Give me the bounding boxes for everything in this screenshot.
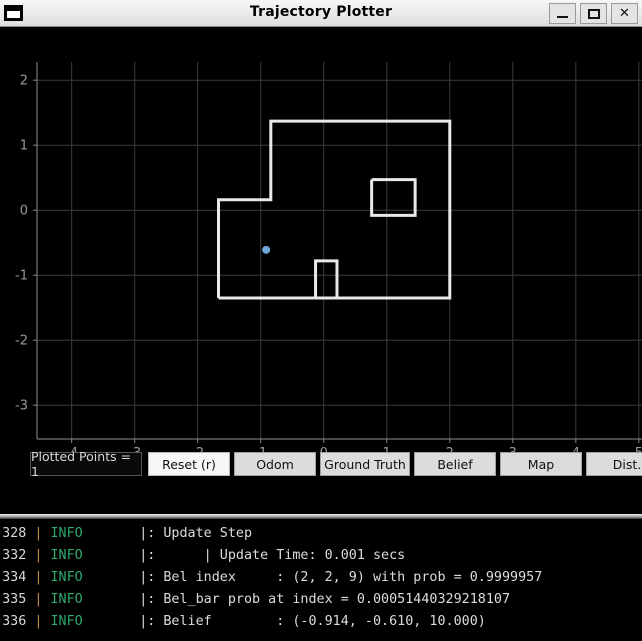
plotter-window: Trajectory Plotter ✕ -4-3-2-1012345210-1… [0,0,642,514]
minimize-button[interactable] [549,3,576,24]
reset-button-label: Reset (r) [162,456,216,472]
log-timestamp: 5,336 [0,614,27,629]
log-line: 5,328 | INFO |: Update Step [0,523,252,545]
trajectory-plot[interactable]: -4-3-2-1012345210-1-2-3 [0,27,642,472]
console-divider [0,514,642,519]
log-level: INFO [50,570,140,585]
log-separator: | [34,592,51,607]
log-timestamp: 5,334 [0,570,27,585]
log-level: INFO [50,526,140,541]
log-separator: | [34,570,51,585]
log-line: 5,334 | INFO |: Bel index : (2, 2, 9) wi… [0,567,542,589]
close-icon: ✕ [619,6,630,21]
close-button[interactable]: ✕ [611,3,638,24]
y-tick-label: 2 [20,74,28,89]
log-level: INFO [50,548,140,563]
belief-button[interactable]: Belief [414,452,496,476]
log-console[interactable]: 5,328 | INFO |: Update Step5,332 | INFO … [0,514,642,641]
y-tick-label: 0 [20,204,28,219]
minimize-icon [557,16,568,18]
log-message: |: Belief : (-0.914, -0.610, 10.000) [139,614,486,629]
y-tick-label: -3 [15,399,28,414]
plot-toolbar: Plotted Points = 1 Reset (r) Odom Ground T… [0,449,642,486]
robot-belief-point[interactable] [262,245,271,254]
map-button[interactable]: Map [500,452,582,476]
log-message: |: Update Step [139,526,253,541]
log-separator: | [34,614,51,629]
odom-button[interactable]: Odom [234,452,316,476]
y-tick-label: 1 [20,139,28,154]
window-title: Trajectory Plotter [249,4,393,20]
y-tick-label: -2 [15,334,28,349]
ground-truth-button-label: Ground Truth [324,456,406,472]
belief-button-label: Belief [437,456,473,472]
log-level: INFO [50,592,140,607]
title-bar[interactable]: Trajectory Plotter ✕ [0,0,642,27]
plotted-points-counter: Plotted Points = 1 [30,449,142,479]
reset-button[interactable]: Reset (r) [148,452,230,476]
log-message: |: | Update Time: 0.001 secs [139,548,406,563]
log-line: 5,336 | INFO |: Belief : (-0.914, -0.610… [0,611,486,633]
log-line: 5,335 | INFO |: Bel_bar prob at index = … [0,589,510,611]
odom-button-label: Odom [256,456,294,472]
maximize-icon [587,8,600,19]
trajectory-plotter-app: Trajectory Plotter ✕ -4-3-2-1012345210-1… [0,0,642,641]
log-timestamp: 5,328 [0,526,27,541]
log-line: 5,332 | INFO |: | Update Time: 0.001 sec… [0,545,405,567]
log-message: |: Bel index : (2, 2, 9) with prob = 0.9… [139,570,543,585]
log-message: |: Bel_bar prob at index = 0.00051440329… [139,592,511,607]
dist-button[interactable]: Dist. [586,452,642,476]
window-controls: ✕ [549,3,638,24]
y-tick-label: -1 [15,269,28,284]
log-timestamp: 5,332 [0,548,27,563]
log-timestamp: 5,335 [0,592,27,607]
log-level: INFO [50,614,140,629]
ground-truth-button[interactable]: Ground Truth [320,452,410,476]
log-separator: | [34,526,51,541]
maximize-button[interactable] [580,3,607,24]
log-separator: | [34,548,51,563]
map-button-label: Map [527,456,555,472]
dist-button-label: Dist. [612,456,642,472]
plot-canvas[interactable]: -4-3-2-1012345210-1-2-3 [0,27,642,472]
